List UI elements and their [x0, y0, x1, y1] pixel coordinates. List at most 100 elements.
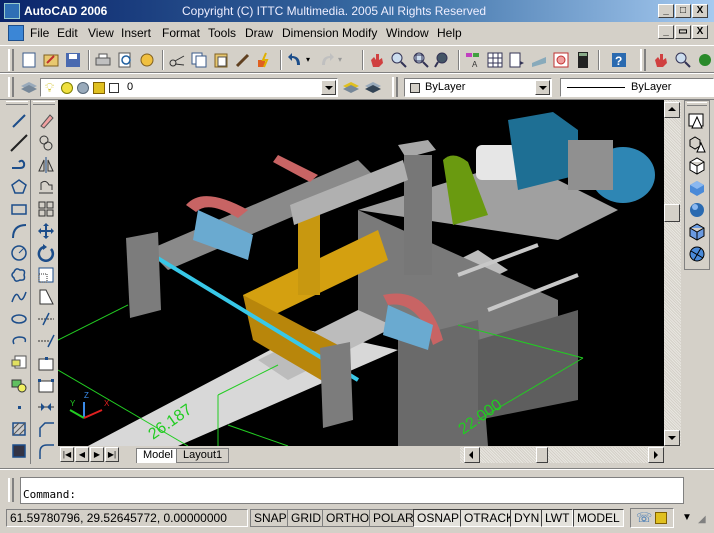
- last-tab-button[interactable]: ▶|: [105, 447, 119, 462]
- menu-draw[interactable]: Draw: [245, 26, 273, 40]
- calculator-icon[interactable]: [574, 51, 592, 69]
- command-line[interactable]: Command:: [20, 477, 684, 504]
- sheet-set-icon[interactable]: [530, 51, 548, 69]
- arc-icon[interactable]: [10, 222, 28, 240]
- plot-icon[interactable]: [94, 51, 112, 69]
- zoom-realtime-icon[interactable]: [674, 51, 692, 69]
- layer-dropdown[interactable]: 💡︎ 0: [40, 78, 338, 97]
- block-editor-icon[interactable]: [256, 51, 274, 69]
- minimize-button[interactable]: _: [658, 4, 674, 18]
- doc-close-button[interactable]: X: [692, 25, 708, 39]
- circle-icon[interactable]: [10, 244, 28, 262]
- status-menu-chevron-icon[interactable]: ▼: [682, 512, 692, 523]
- tool-palettes-icon[interactable]: [508, 51, 526, 69]
- offset-icon[interactable]: [37, 178, 55, 196]
- break-icon[interactable]: [37, 376, 55, 394]
- model-toggle[interactable]: MODEL: [573, 509, 624, 527]
- cut-icon[interactable]: [168, 51, 186, 69]
- stretch-icon[interactable]: [37, 288, 55, 306]
- tab-model[interactable]: Model: [136, 448, 180, 463]
- prev-tab-button[interactable]: ◀: [75, 447, 89, 462]
- hidden-icon[interactable]: [688, 157, 706, 175]
- zoom-window-icon[interactable]: [412, 51, 430, 69]
- trim-icon[interactable]: [37, 310, 55, 328]
- line-icon[interactable]: [10, 112, 28, 130]
- toolbar-grip[interactable]: [640, 49, 646, 71]
- spline-icon[interactable]: [10, 288, 28, 306]
- zoom-previous-icon[interactable]: [434, 51, 452, 69]
- join-icon[interactable]: [37, 398, 55, 416]
- toolbar-grip[interactable]: [8, 49, 14, 71]
- open-icon[interactable]: [42, 51, 60, 69]
- close-button[interactable]: X: [692, 4, 708, 18]
- menu-window[interactable]: Window: [386, 26, 429, 40]
- ortho-toggle[interactable]: ORTHO: [322, 509, 374, 527]
- copy-object-icon[interactable]: [37, 134, 55, 152]
- break-at-point-icon[interactable]: [37, 354, 55, 372]
- menu-edit[interactable]: Edit: [57, 26, 78, 40]
- lwt-toggle[interactable]: LWT: [541, 509, 574, 527]
- pan-icon[interactable]: [652, 51, 670, 69]
- copy-icon[interactable]: [190, 51, 208, 69]
- document-icon[interactable]: [8, 25, 24, 41]
- pan-icon[interactable]: [368, 51, 386, 69]
- toolbar-grip[interactable]: [8, 77, 14, 97]
- help-icon[interactable]: ?: [610, 51, 628, 69]
- construction-line-icon[interactable]: [10, 134, 28, 152]
- insert-block-icon[interactable]: [10, 354, 28, 372]
- flat-shaded-edges-icon[interactable]: [688, 223, 706, 241]
- palette-grip[interactable]: [6, 101, 28, 105]
- move-icon[interactable]: [37, 222, 55, 240]
- palette-grip[interactable]: [687, 102, 707, 106]
- menu-format[interactable]: Format: [162, 26, 200, 40]
- polygon-icon[interactable]: [10, 178, 28, 196]
- chevron-down-icon[interactable]: [535, 80, 550, 95]
- orbit-icon[interactable]: [696, 51, 714, 69]
- first-tab-button[interactable]: |◀: [60, 447, 74, 462]
- next-tab-button[interactable]: ▶: [90, 447, 104, 462]
- zoom-realtime-icon[interactable]: [390, 51, 408, 69]
- properties-icon[interactable]: A: [464, 51, 482, 69]
- point-icon[interactable]: [10, 398, 28, 416]
- layer-previous-icon[interactable]: [364, 78, 382, 96]
- menu-dimension[interactable]: Dimension: [282, 26, 339, 40]
- redo-icon[interactable]: [318, 51, 336, 69]
- horizontal-scroll-thumb[interactable]: [536, 447, 548, 463]
- chevron-down-icon[interactable]: [321, 80, 336, 95]
- gradient-icon[interactable]: [10, 442, 28, 460]
- vertical-scrollbar[interactable]: [664, 100, 681, 446]
- scale-icon[interactable]: [37, 266, 55, 284]
- paste-icon[interactable]: [212, 51, 230, 69]
- menu-file[interactable]: File: [30, 26, 49, 40]
- save-icon[interactable]: [64, 51, 82, 69]
- mirror-icon[interactable]: [37, 156, 55, 174]
- dyn-toggle[interactable]: DYN: [510, 509, 544, 527]
- osnap-toggle[interactable]: OSNAP: [413, 509, 464, 527]
- menu-help[interactable]: Help: [437, 26, 462, 40]
- rectangle-icon[interactable]: [10, 200, 28, 218]
- undo-icon[interactable]: [286, 51, 304, 69]
- doc-restore-button[interactable]: ▭: [675, 25, 691, 39]
- scroll-right-button[interactable]: [648, 447, 664, 463]
- markup-icon[interactable]: [552, 51, 570, 69]
- color-dropdown[interactable]: ByLayer: [404, 78, 552, 97]
- hatch-icon[interactable]: [10, 420, 28, 438]
- extend-icon[interactable]: [37, 332, 55, 350]
- ellipse-icon[interactable]: [10, 310, 28, 328]
- new-icon[interactable]: [20, 51, 38, 69]
- make-layer-current-icon[interactable]: [342, 78, 360, 96]
- undo-dropdown-icon[interactable]: ▾: [306, 55, 310, 64]
- scroll-down-button[interactable]: [664, 430, 680, 446]
- flat-shaded-icon[interactable]: [688, 179, 706, 197]
- make-block-icon[interactable]: [10, 376, 28, 394]
- scroll-up-button[interactable]: [664, 102, 680, 118]
- palette-grip[interactable]: [33, 101, 55, 105]
- redo-dropdown-icon[interactable]: ▾: [338, 55, 342, 64]
- menu-insert[interactable]: Insert: [121, 26, 151, 40]
- array-icon[interactable]: [37, 200, 55, 218]
- menu-view[interactable]: View: [88, 26, 114, 40]
- match-properties-icon[interactable]: [234, 51, 252, 69]
- tab-layout1[interactable]: Layout1: [176, 448, 230, 463]
- scroll-left-button[interactable]: [464, 447, 480, 463]
- 3d-wireframe-icon[interactable]: [688, 135, 706, 153]
